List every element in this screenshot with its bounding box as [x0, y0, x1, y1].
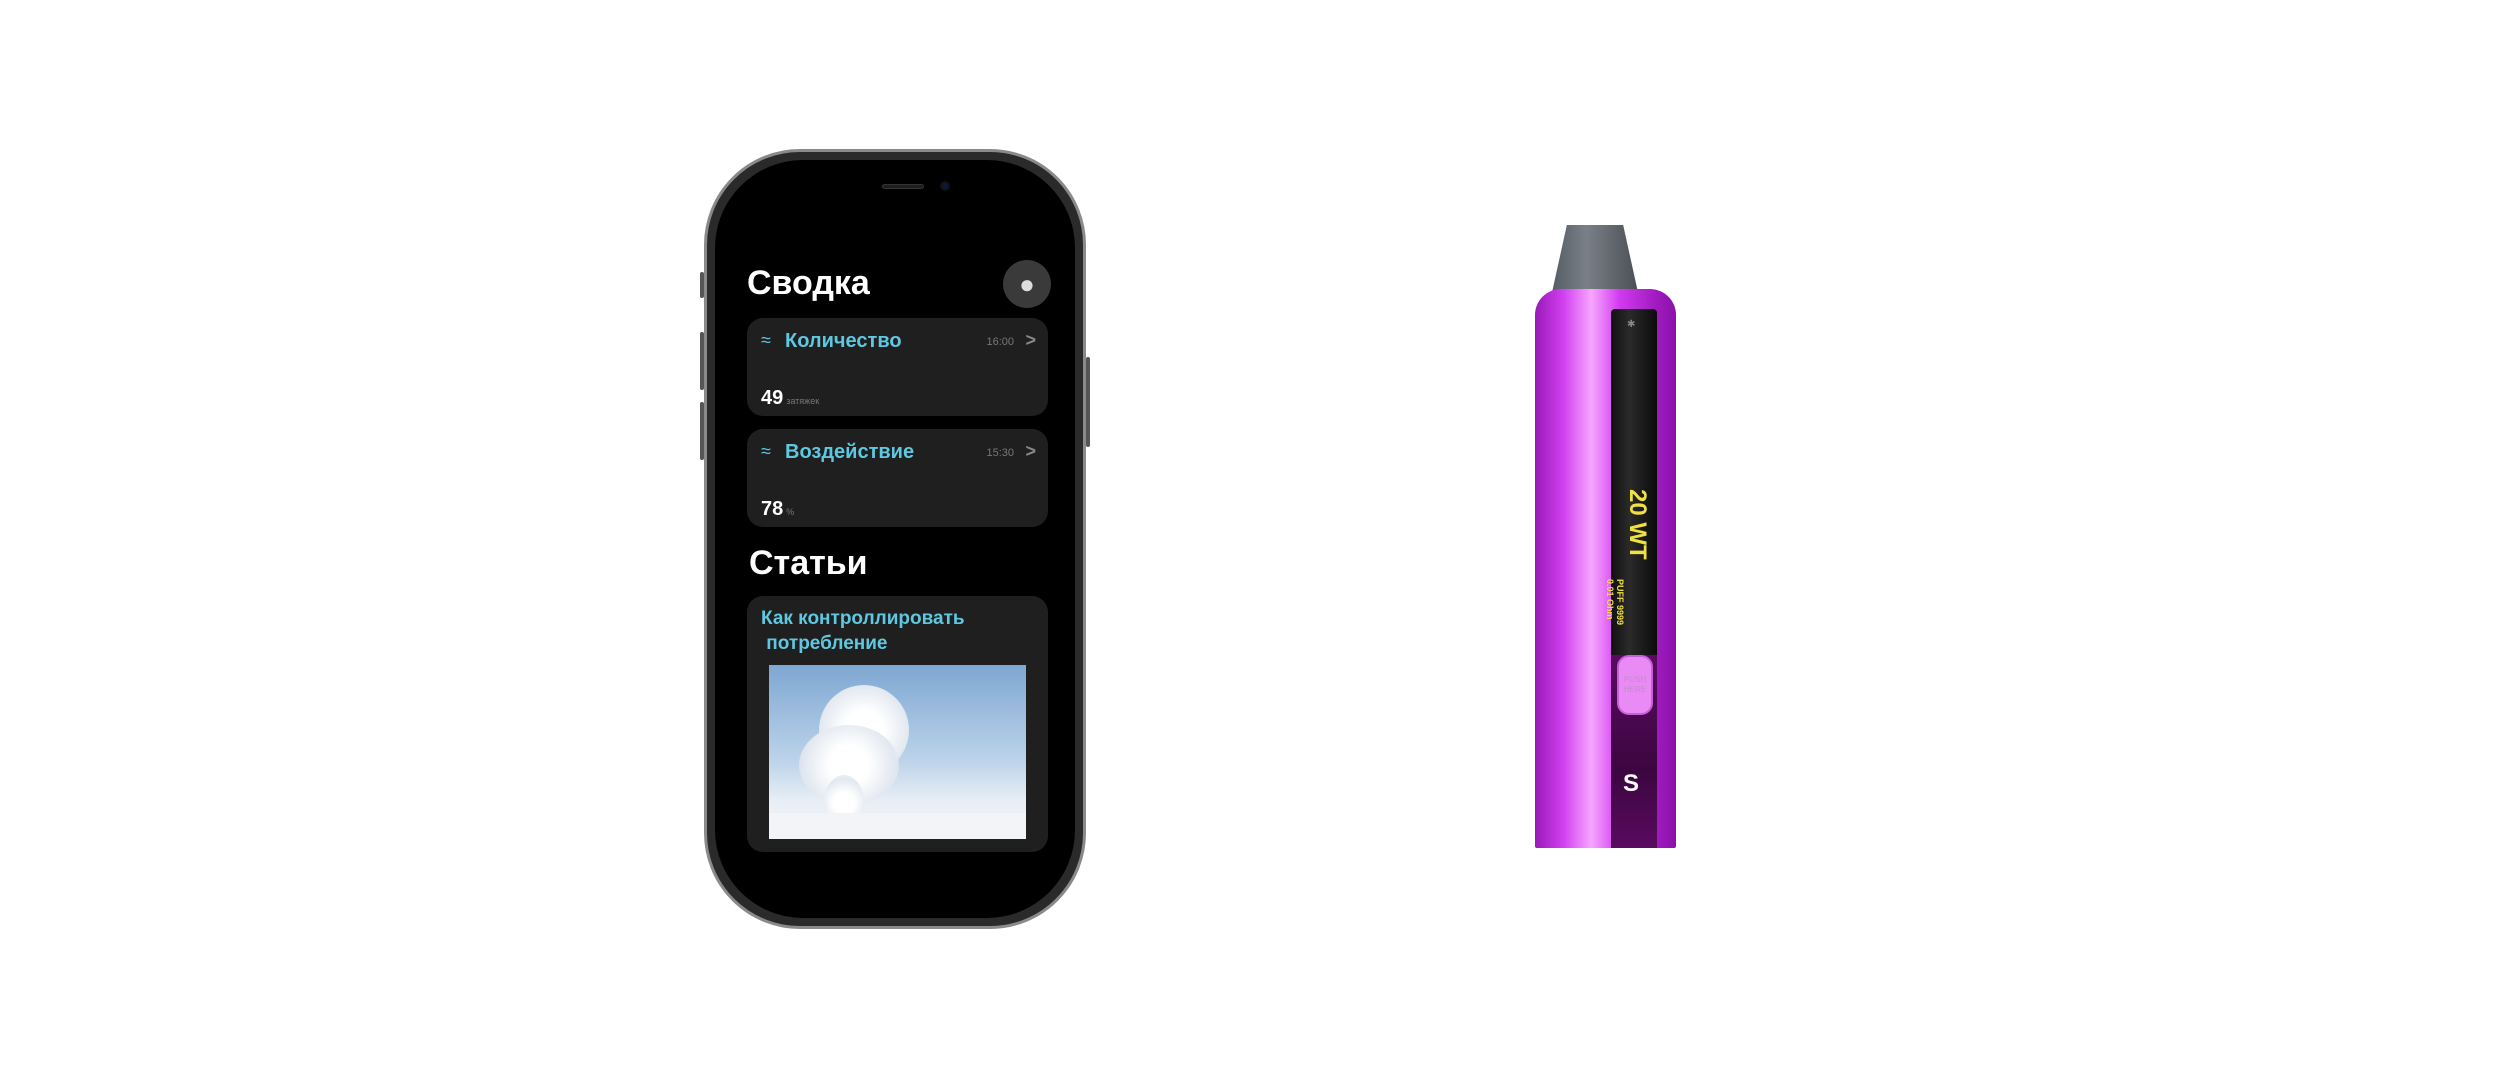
smoke-icon: ≈ — [761, 441, 771, 461]
smoke-icon: ≈ — [761, 330, 771, 350]
volume-down-button — [700, 402, 704, 460]
puff-readout: PUFF 9999 — [1615, 579, 1625, 626]
bluetooth-icon: ✱ — [1627, 319, 1636, 330]
phone-screen: Сводка ● ≈ Количество 16:00 > 49 затяжек … — [715, 160, 1075, 918]
power-readout: 20 WT — [1624, 489, 1651, 560]
front-camera — [940, 181, 950, 191]
apple-icon: ● — [1019, 268, 1035, 299]
summary-card-impact[interactable]: ≈ Воздействие 15:30 > 78% — [747, 429, 1048, 527]
card-title: Воздействие — [785, 441, 915, 463]
resistance-readout: 0.01 Ohm — [1605, 579, 1615, 620]
card-unit: затяжек — [786, 396, 820, 406]
vape-device: ✱ 20 WT PUFF 9999 0.01 Ohm PUSH HERE S — [1535, 225, 1676, 848]
profile-avatar[interactable]: ● — [1003, 260, 1051, 308]
volume-up-button — [700, 332, 704, 390]
card-time: 15:30 — [986, 447, 1014, 459]
phone-mockup: Сводка ● ≈ Количество 16:00 > 49 затяжек … — [700, 149, 1090, 929]
card-value: 78 — [761, 498, 784, 520]
article-title: Как контроллировать потребление — [761, 608, 965, 654]
chevron-right-icon: > — [1025, 330, 1036, 350]
summary-title: Сводка — [747, 264, 870, 302]
card-value: 49 — [761, 387, 784, 409]
articles-title: Статьи — [749, 544, 868, 582]
push-button[interactable]: PUSH HERE — [1617, 655, 1653, 715]
summary-card-count[interactable]: ≈ Количество 16:00 > 49 затяжек — [747, 318, 1048, 416]
card-time: 16:00 — [986, 336, 1014, 348]
chevron-right-icon: > — [1025, 441, 1036, 461]
device-display: ✱ 20 WT PUFF 9999 0.01 Ohm — [1605, 309, 1657, 659]
speaker — [882, 184, 924, 189]
article-card[interactable]: Как контроллировать потребление — [747, 596, 1048, 852]
device-mouthpiece — [1551, 225, 1639, 297]
card-title: Количество — [785, 330, 902, 352]
silent-switch — [700, 272, 704, 298]
power-button — [1086, 357, 1090, 447]
card-unit: % — [786, 507, 795, 517]
article-image — [769, 665, 1026, 839]
brand-logo-icon: S — [1623, 770, 1640, 797]
